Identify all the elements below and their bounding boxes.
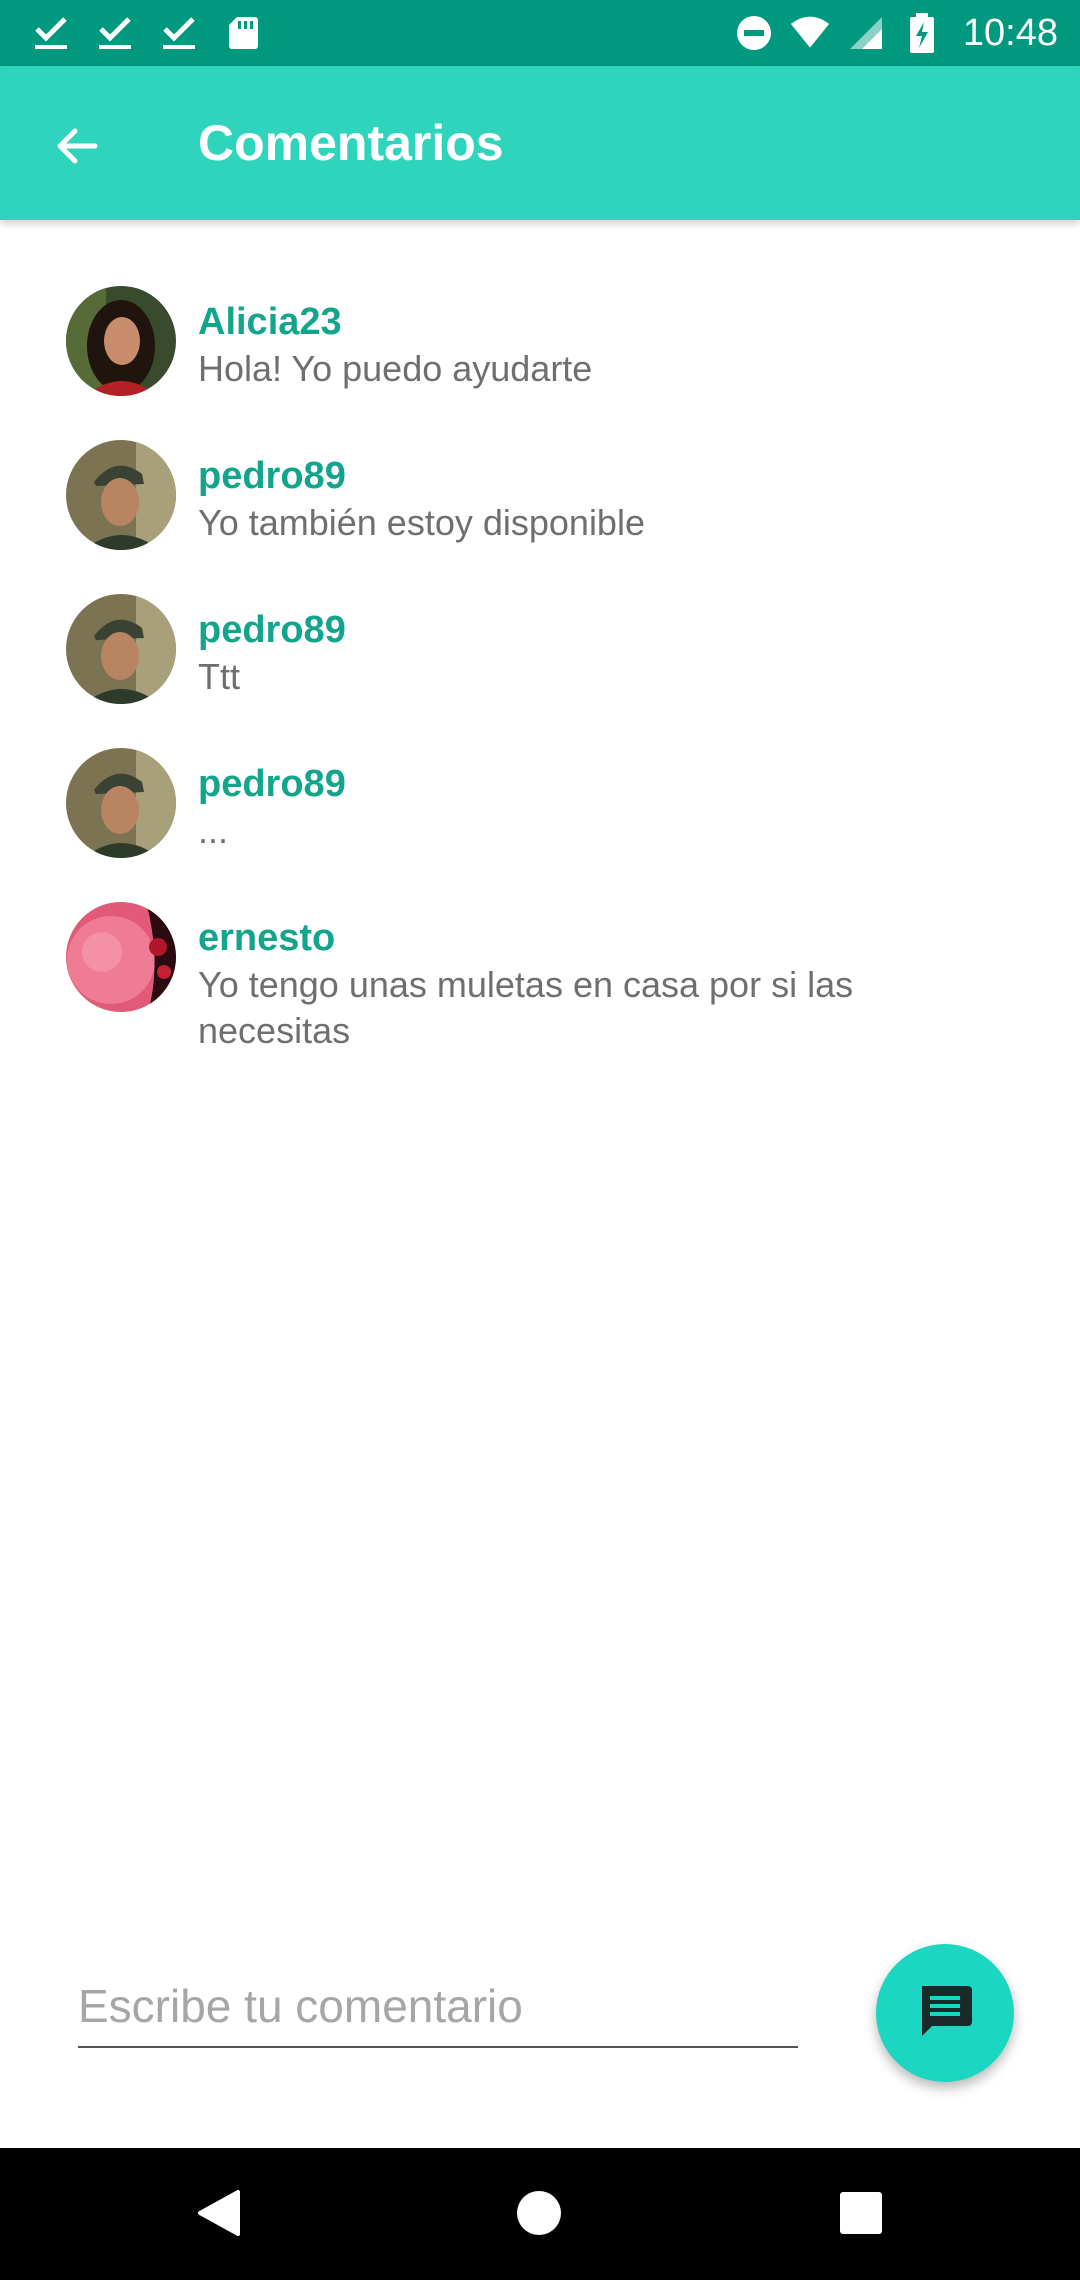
arrow-back-icon bbox=[51, 121, 101, 176]
status-bar: 10:48 bbox=[0, 0, 1080, 66]
avatar bbox=[66, 748, 176, 858]
home-circle-icon bbox=[514, 2188, 564, 2243]
battery-charging-icon bbox=[901, 12, 943, 54]
comment-username[interactable]: pedro89 bbox=[198, 760, 958, 808]
comment-input[interactable] bbox=[78, 1970, 798, 2042]
clock: 10:48 bbox=[962, 11, 1058, 54]
signal-icon bbox=[845, 12, 887, 54]
avatar bbox=[66, 440, 176, 550]
comment-text: Hola! Yo puedo ayudarte bbox=[198, 348, 593, 389]
back-button[interactable] bbox=[34, 106, 118, 190]
comment-text: Yo tengo unas muletas en casa por si las… bbox=[198, 964, 854, 1051]
nav-home-button[interactable] bbox=[494, 2170, 584, 2260]
navigation-bar bbox=[0, 2148, 1080, 2280]
back-triangle-icon bbox=[194, 2188, 244, 2243]
avatar bbox=[66, 286, 176, 396]
comment-body: Alicia23 Hola! Yo puedo ayudarte bbox=[198, 298, 958, 392]
app-bar: Comentarios bbox=[0, 66, 1080, 220]
do-not-disturb-icon bbox=[733, 12, 775, 54]
comment-username[interactable]: Alicia23 bbox=[198, 298, 958, 346]
nav-recents-button[interactable] bbox=[816, 2170, 906, 2260]
comment-body: ernesto Yo tengo unas muletas en casa po… bbox=[198, 914, 958, 1054]
comment-username[interactable]: ernesto bbox=[198, 914, 958, 962]
check-icon bbox=[94, 12, 136, 54]
comment-text: Ttt bbox=[198, 656, 240, 697]
send-comment-button[interactable] bbox=[876, 1944, 1014, 2082]
check-icon bbox=[30, 12, 72, 54]
nav-back-button[interactable] bbox=[174, 2170, 264, 2260]
comment-text: Yo también estoy disponible bbox=[198, 502, 645, 543]
comment-text: ... bbox=[198, 810, 229, 851]
comment-username[interactable]: pedro89 bbox=[198, 452, 958, 500]
comment-icon bbox=[916, 1982, 974, 2045]
comment-body: pedro89 ... bbox=[198, 760, 958, 854]
check-icon bbox=[158, 12, 200, 54]
comment-body: pedro89 Ttt bbox=[198, 606, 958, 700]
comment-input-field bbox=[78, 1970, 798, 2048]
avatar bbox=[66, 902, 176, 1012]
comment-username[interactable]: pedro89 bbox=[198, 606, 958, 654]
sd-card-icon bbox=[222, 12, 264, 54]
page-title: Comentarios bbox=[198, 115, 504, 171]
comment-body: pedro89 Yo también estoy disponible bbox=[198, 452, 958, 546]
wifi-icon bbox=[789, 12, 831, 54]
recents-square-icon bbox=[836, 2188, 886, 2243]
avatar bbox=[66, 594, 176, 704]
